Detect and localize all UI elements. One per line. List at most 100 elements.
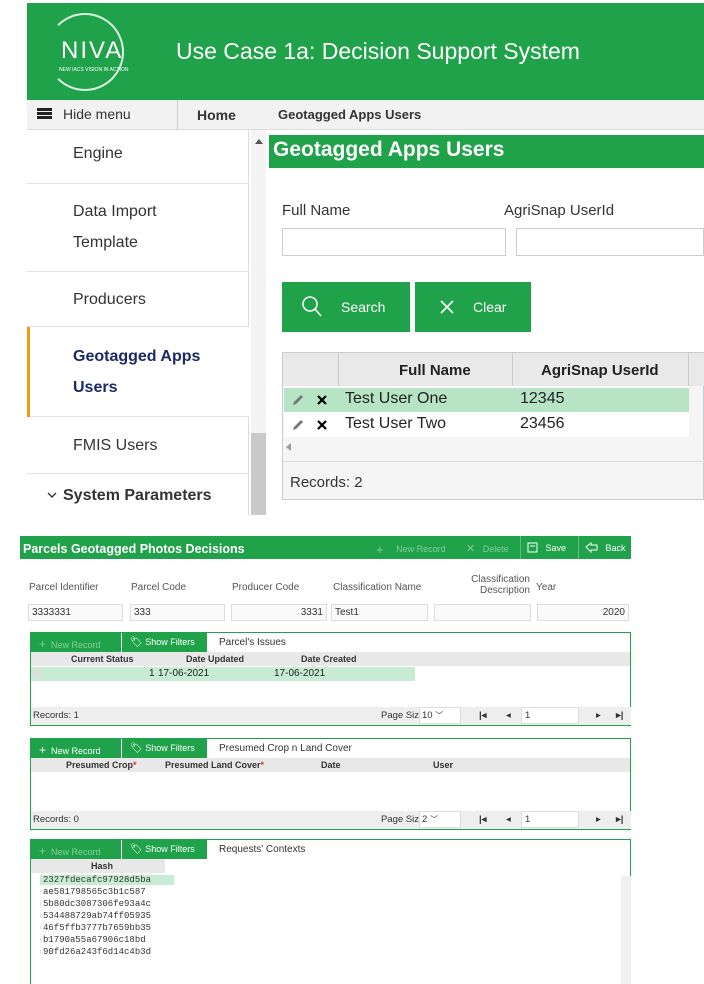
sidebar-item-geotagged-apps-users[interactable]: Geotagged Apps Users xyxy=(27,327,249,417)
col-header-date-updated[interactable]: Date Updated xyxy=(186,654,244,664)
form-toolbar: + New Record ✕ Delete Save Back xyxy=(366,536,631,559)
classification-description-field[interactable] xyxy=(434,604,531,621)
parcel-code-field[interactable]: 333 xyxy=(130,604,225,621)
grid-header: Full Name AgriSnap UserId xyxy=(283,353,704,386)
scroll-left-arrow-icon[interactable] xyxy=(286,443,291,451)
cell-userid: 23456 xyxy=(520,415,565,432)
cell-full-name: Test User One xyxy=(345,390,448,407)
requests-new-record-button[interactable]: + New Record xyxy=(31,840,121,859)
page-size-select[interactable]: 10 ﹀ xyxy=(419,707,461,724)
col-header-hash[interactable]: Hash xyxy=(91,861,113,871)
col-header-agrisnap-userid[interactable]: AgriSnap UserId xyxy=(541,362,659,379)
cell-date-updated: 17-06-2021 xyxy=(158,668,210,679)
delete-x-icon[interactable] xyxy=(316,419,328,431)
first-page-icon[interactable]: |◂ xyxy=(479,710,486,721)
issues-new-record-button[interactable]: + New Record xyxy=(31,633,121,652)
page-size-select[interactable]: 2 ﹀ xyxy=(419,811,461,828)
full-name-input[interactable] xyxy=(282,228,506,256)
col-header-user[interactable]: User xyxy=(433,760,453,770)
sidebar-item-system-parameters[interactable]: System Parameters xyxy=(27,474,249,515)
nav-bar: Hide menu Home Geotagged Apps Users xyxy=(27,100,704,130)
sidebar-item-fmis-users[interactable]: FMIS Users xyxy=(27,417,249,474)
scrollbar-thumb[interactable] xyxy=(251,433,266,515)
list-item[interactable]: 534488729ab74ff05935 xyxy=(40,911,174,921)
requests-show-filters-button[interactable]: 🏷 Show Filters xyxy=(122,840,207,859)
next-page-icon[interactable]: ▸ xyxy=(596,814,601,825)
requests-toolbar: + New Record 🏷 Show Filters Requests' Co… xyxy=(31,840,630,859)
sidebar: Engine Data Import Template Producers Ge… xyxy=(27,130,249,515)
toolbar-divider xyxy=(578,536,579,559)
pencil-icon[interactable] xyxy=(291,418,305,432)
page-number-input[interactable]: 1 xyxy=(521,707,579,724)
grid-col-divider xyxy=(338,353,339,386)
list-item[interactable]: 46f5ffb3777b7659bb35 xyxy=(40,923,174,933)
issues-show-filters-button[interactable]: 🏷 Show Filters xyxy=(122,633,207,652)
crops-show-filters-button[interactable]: 🏷 Show Filters xyxy=(122,739,207,758)
classification-name-field[interactable]: Test1 xyxy=(331,604,428,621)
crops-new-record-button[interactable]: + New Record xyxy=(31,739,121,758)
agrisnap-userid-input[interactable] xyxy=(516,228,704,256)
search-button[interactable]: Search xyxy=(282,282,410,332)
issues-records-count: Records: 1 xyxy=(33,710,79,721)
year-label: Year xyxy=(536,582,557,593)
new-record-button[interactable]: + New Record xyxy=(376,536,446,559)
requests-scrollbar[interactable] xyxy=(621,876,631,984)
issues-pager: Records: 1 Page Size: 10 ﹀ |◂ ◂ 1 ▸ ▸| xyxy=(31,707,631,725)
issues-toolbar: + New Record 🏷 Show Filters Parcel's Iss… xyxy=(31,633,630,652)
table-row[interactable]: 1 17-06-2021 17-06-2021 xyxy=(31,667,415,681)
sidebar-item-producers[interactable]: Producers xyxy=(27,272,249,327)
delete-button[interactable]: ✕ Delete xyxy=(466,536,509,559)
grid-col-divider xyxy=(512,353,513,386)
sidebar-item-engine[interactable]: Engine xyxy=(27,130,249,184)
row-select-icon[interactable] xyxy=(33,669,42,678)
last-page-icon[interactable]: ▸| xyxy=(616,814,623,825)
classification-description-label: Classification Description xyxy=(471,574,530,596)
prev-page-icon[interactable]: ◂ xyxy=(506,814,511,825)
prev-page-icon[interactable]: ◂ xyxy=(506,710,511,721)
list-item[interactable]: ae581798565c3b1c587 xyxy=(40,887,174,897)
first-page-icon[interactable]: |◂ xyxy=(479,814,486,825)
scroll-up-arrow-icon[interactable] xyxy=(255,139,263,144)
parcel-identifier-field[interactable]: 3333331 xyxy=(28,604,123,621)
form-title: Parcels Geotagged Photos Decisions xyxy=(20,536,366,559)
list-item[interactable]: b1790a55a67906c18bd xyxy=(40,935,174,945)
col-header-date[interactable]: Date xyxy=(321,760,341,770)
parcel-issues-section: + New Record 🏷 Show Filters Parcel's Iss… xyxy=(30,632,631,726)
col-header-presumed-land-cover: Presumed Land Cover* xyxy=(165,760,265,770)
list-item[interactable]: 5b80dc3087306fe93a4c xyxy=(40,899,174,909)
list-item[interactable]: 2327fdecafc97928d5ba xyxy=(40,875,174,885)
tag-icon: 🏷 xyxy=(130,637,143,648)
logo-text: NIVA xyxy=(61,37,124,64)
next-page-icon[interactable]: ▸ xyxy=(596,710,601,721)
back-button[interactable]: Back xyxy=(585,536,626,559)
page-number-input[interactable]: 1 xyxy=(521,811,579,828)
search-label: Search xyxy=(341,299,386,315)
col-header-date-created[interactable]: Date Created xyxy=(301,654,357,664)
sidebar-item-data-import-template[interactable]: Data Import Template xyxy=(27,184,249,272)
hamburger-icon[interactable] xyxy=(37,108,52,119)
breadcrumb: Geotagged Apps Users xyxy=(278,107,422,122)
records-count: Records: 2 xyxy=(290,474,363,491)
users-grid: Full Name AgriSnap UserId Test User One … xyxy=(282,352,704,500)
page-title: Geotagged Apps Users xyxy=(269,135,704,168)
list-item[interactable]: 90fd26a243f6d14c4b3d xyxy=(40,947,174,957)
last-page-icon[interactable]: ▸| xyxy=(616,710,623,721)
table-row[interactable]: Test User One 12345 xyxy=(284,388,689,412)
home-link[interactable]: Home xyxy=(197,107,236,123)
delete-x-icon[interactable] xyxy=(316,394,328,406)
save-button[interactable]: Save xyxy=(527,536,566,559)
year-field[interactable]: 2020 xyxy=(537,604,629,621)
cell-status: 1 xyxy=(149,668,155,679)
hide-menu-link[interactable]: Hide menu xyxy=(63,106,131,122)
producer-code-label: Producer Code xyxy=(232,582,300,593)
col-header-full-name[interactable]: Full Name xyxy=(399,362,471,379)
col-header-current-status[interactable]: Current Status xyxy=(71,654,134,664)
crops-records-count: Records: 0 xyxy=(33,814,79,825)
table-row[interactable]: Test User Two 23456 xyxy=(284,413,689,437)
pencil-icon[interactable] xyxy=(291,393,305,407)
logo-subtitle: NEW IACS VISION IN ACTION xyxy=(59,67,129,73)
grid-col-divider xyxy=(688,353,689,386)
clear-button[interactable]: Clear xyxy=(415,282,531,332)
producer-code-field[interactable]: 3331 xyxy=(231,604,327,621)
cell-userid: 12345 xyxy=(520,390,565,407)
